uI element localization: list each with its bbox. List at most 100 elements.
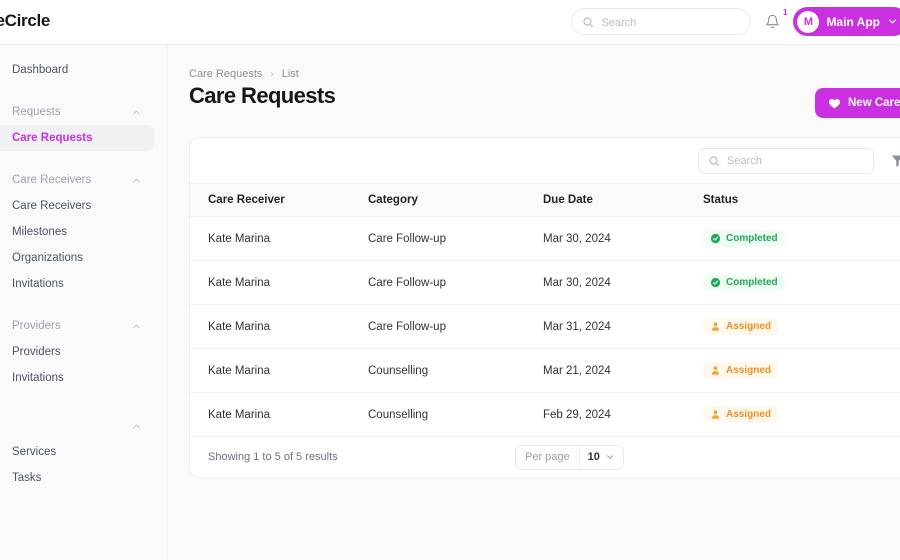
heart-icon (828, 97, 841, 110)
cell-due-date: Mar 30, 2024 (543, 216, 703, 261)
chevron-up-icon (131, 175, 142, 186)
app-switcher-button[interactable]: M Main App (793, 7, 900, 36)
cell-category: Counselling (368, 348, 543, 393)
chevron-up-icon (131, 321, 142, 332)
table-row[interactable]: Kate Marina Counselling Mar 21, 2024 Assign… (190, 348, 900, 393)
status-badge-label: Completed (726, 233, 778, 244)
sidebar-item-label: Invitations (12, 372, 64, 384)
cell-status: Completed (703, 260, 900, 305)
sidebar-item-providers[interactable]: Providers (0, 339, 154, 365)
cell-category: Care Follow-up (368, 216, 543, 261)
page-title: Care Requests (189, 83, 336, 108)
sidebar-section-label: Providers (12, 320, 61, 332)
cell-status: Assigned (703, 304, 900, 349)
sidebar-item-invitations[interactable]: Invitations (0, 365, 154, 391)
cell-category: Care Follow-up (368, 260, 543, 305)
table-search[interactable] (698, 147, 874, 174)
column-header-category[interactable]: Category (368, 183, 543, 217)
sidebar-nav: Dashboard Requests Care Requests Care Recei… (0, 57, 167, 491)
sidebar-section-requests[interactable]: Requests (0, 99, 154, 125)
sidebar-item-services[interactable]: Services (0, 439, 154, 465)
per-page-value-wrap[interactable]: 10 (580, 446, 623, 469)
sidebar-section-section[interactable] (0, 413, 154, 439)
chevron-up-icon (131, 421, 142, 432)
status-badge-label: Assigned (726, 409, 772, 420)
status-badge-label: Assigned (726, 321, 772, 332)
cell-category: Counselling (368, 392, 543, 437)
app-root: CareCircle 1 (0, 0, 900, 560)
sidebar-item-organizations[interactable]: Organizations (0, 245, 154, 271)
search-icon (708, 155, 720, 167)
search-input[interactable] (601, 16, 741, 29)
sidebar-section-label: Care Receivers (12, 174, 92, 186)
sidebar-section-providers[interactable]: Providers (0, 313, 154, 339)
care-requests-table: Care Receiver Category Due Date Status K… (190, 183, 900, 437)
sidebar-item-label: Milestones (12, 226, 67, 238)
notifications-button[interactable]: 1 (762, 8, 787, 33)
column-header-care-receiver[interactable]: Care Receiver (190, 183, 368, 217)
per-page-label: Per page (516, 445, 580, 469)
sidebar-item-care-requests[interactable]: Care Requests (0, 125, 154, 151)
cell-care-receiver: Kate Marina (190, 260, 368, 305)
avatar: M (797, 10, 820, 33)
sidebar-item-label: Providers (12, 346, 61, 358)
table-toolbar: 0 (190, 138, 900, 183)
table-row[interactable]: Kate Marina Counselling Feb 29, 2024 Assign… (190, 392, 900, 437)
sidebar-item-label: Organizations (12, 252, 83, 264)
new-care-request-button[interactable]: New Care Request (815, 88, 900, 118)
status-badge: Completed (703, 274, 785, 291)
cell-care-receiver: Kate Marina (190, 216, 368, 261)
sidebar-item-invitations[interactable]: Invitations (0, 271, 154, 297)
check-circle-icon (710, 233, 721, 244)
global-search[interactable] (571, 8, 752, 35)
table-search-input[interactable] (727, 154, 864, 167)
filter-button[interactable]: 0 (888, 151, 900, 171)
sidebar-item-label: Tasks (12, 472, 42, 484)
status-badge: Assigned (703, 318, 779, 335)
person-icon (710, 365, 721, 376)
sidebar-item-tasks[interactable]: Tasks (0, 465, 154, 491)
per-page-select[interactable]: Per page 10 (515, 444, 624, 470)
global-search-input-wrap (601, 13, 741, 31)
chevron-down-icon (605, 452, 615, 462)
table-head: Care Receiver Category Due Date Status (190, 183, 900, 217)
sidebar-section-care-receivers[interactable]: Care Receivers (0, 167, 154, 193)
cell-status: Assigned (703, 348, 900, 393)
check-circle-icon (710, 277, 721, 288)
cell-due-date: Mar 21, 2024 (543, 348, 703, 393)
table-row[interactable]: Kate Marina Care Follow-up Mar 30, 2024 Com… (190, 216, 900, 261)
cell-care-receiver: Kate Marina (190, 392, 368, 437)
sidebar-section-label: Requests (12, 106, 61, 118)
sidebar-item-label: Care Receivers (12, 200, 92, 212)
column-header-status[interactable]: Status (703, 183, 900, 217)
main-content: Care Requests › List Care Requests New C… (168, 45, 900, 560)
table-header-row: Care Receiver Category Due Date Status (190, 183, 900, 217)
breadcrumb-parent[interactable]: Care Requests (189, 68, 262, 80)
breadcrumb-separator-icon: › (270, 68, 274, 80)
sidebar-item-milestones[interactable]: Milestones (0, 219, 154, 245)
table-row[interactable]: Kate Marina Care Follow-up Mar 30, 2024 Com… (190, 260, 900, 305)
person-icon (710, 409, 721, 420)
top-bar: CareCircle 1 (0, 0, 900, 45)
brand-logo[interactable]: CareCircle (0, 11, 50, 31)
cell-due-date: Mar 30, 2024 (543, 260, 703, 305)
breadcrumb-current: List (281, 68, 299, 80)
person-icon (710, 321, 721, 332)
sidebar-item-care-receivers[interactable]: Care Receivers (0, 193, 154, 219)
status-badge: Assigned (703, 362, 779, 379)
chevron-down-icon (887, 16, 898, 27)
sidebar-item-label: Services (12, 446, 57, 458)
sidebar-item-dashboard[interactable]: Dashboard (0, 57, 154, 83)
new-care-request-label: New Care Request (848, 97, 900, 109)
breadcrumb: Care Requests › List (189, 68, 299, 80)
cell-status: Assigned (703, 392, 900, 437)
table-row[interactable]: Kate Marina Care Follow-up Mar 31, 2024 Ass… (190, 304, 900, 349)
search-icon (582, 16, 594, 28)
table-body: Kate Marina Care Follow-up Mar 30, 2024 Com… (190, 216, 900, 437)
bell-icon (765, 14, 780, 29)
notification-badge: 1 (782, 7, 788, 17)
sidebar: Dashboard Requests Care Requests Care Recei… (0, 45, 168, 560)
column-header-due-date[interactable]: Due Date (543, 183, 703, 217)
